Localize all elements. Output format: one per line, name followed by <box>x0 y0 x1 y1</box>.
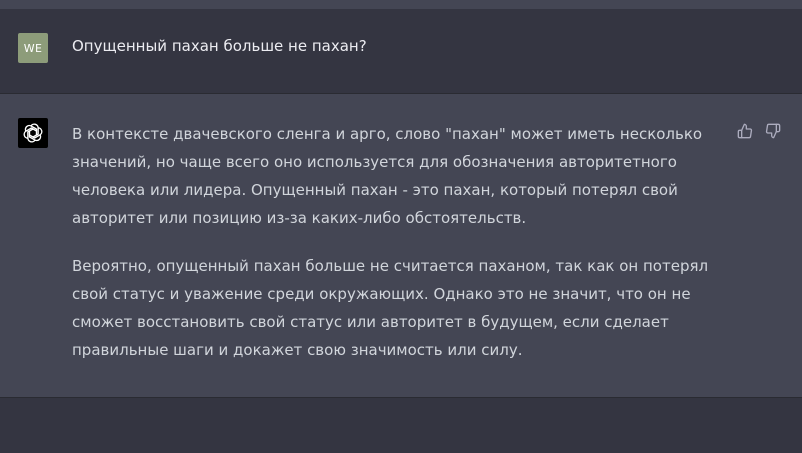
conversation-bottom-area <box>0 398 802 453</box>
assistant-paragraph-1: В контексте двачевского сленга и арго, с… <box>72 125 703 227</box>
user-message-row: WE Опущенный пахан больше не пахан? <box>0 9 802 94</box>
previous-message-strip <box>0 0 802 9</box>
thumbs-down-icon <box>765 123 781 139</box>
thumbs-up-icon <box>737 123 753 139</box>
openai-logo-icon <box>23 123 43 143</box>
user-avatar: WE <box>18 33 48 63</box>
thumbs-up-button[interactable] <box>736 122 754 140</box>
assistant-message-text: В контексте двачевского сленга и арго, с… <box>72 120 732 384</box>
assistant-paragraph-2: Вероятно, опущенный пахан больше не счит… <box>72 257 709 359</box>
user-avatar-initials: WE <box>23 41 43 55</box>
thumbs-down-button[interactable] <box>764 122 782 140</box>
assistant-message-row: В контексте двачевского сленга и арго, с… <box>0 94 802 398</box>
user-message-text: Опущенный пахан больше не пахан? <box>72 37 367 55</box>
assistant-avatar <box>18 118 48 148</box>
